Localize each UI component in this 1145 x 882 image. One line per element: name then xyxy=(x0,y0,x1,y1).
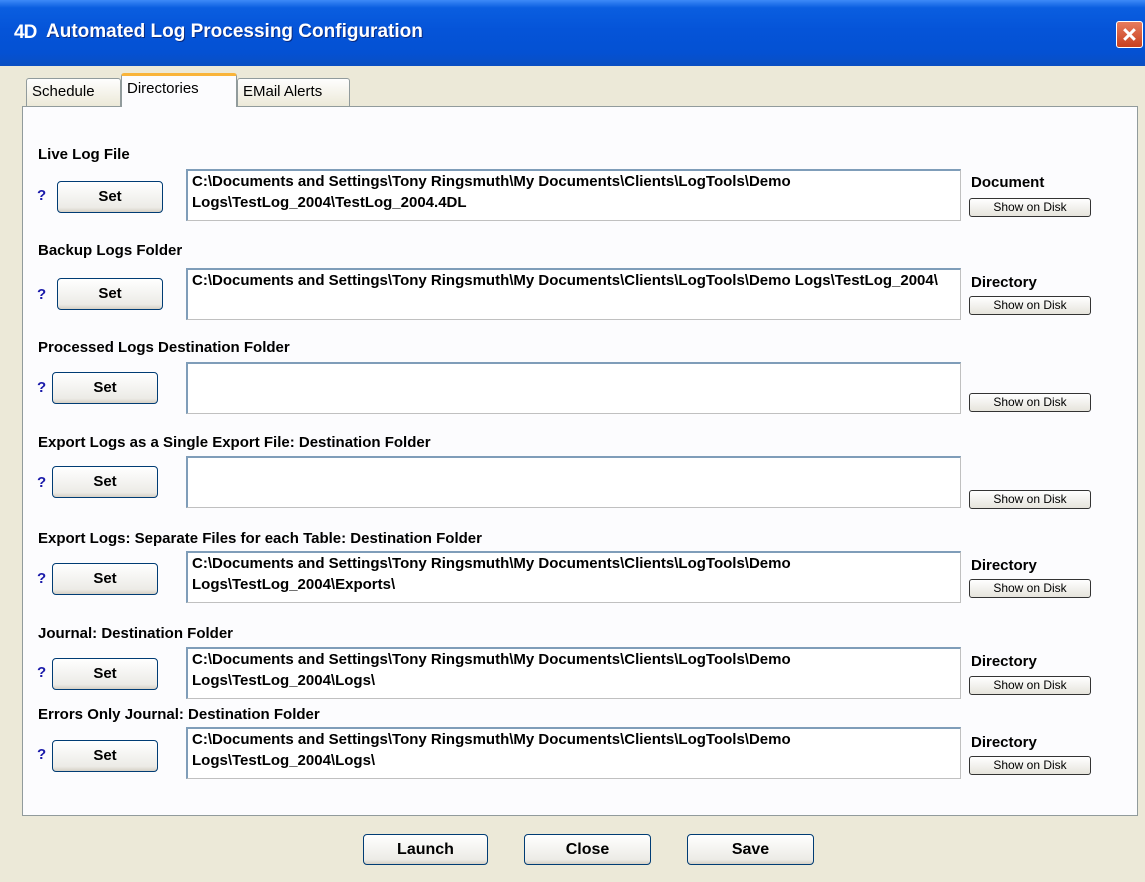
close-button[interactable]: Close xyxy=(524,834,651,865)
journal-help-icon[interactable]: ? xyxy=(37,664,46,681)
processed-logs-show-on-disk-button[interactable]: Show on Disk xyxy=(969,393,1091,412)
live-log-file-label: Live Log File xyxy=(38,146,130,163)
journal-folder-label: Journal: Destination Folder xyxy=(38,625,234,642)
errors-journal-set-button[interactable]: Set xyxy=(52,740,158,772)
backup-logs-type-label: Directory xyxy=(971,274,1037,291)
separate-export-help-icon[interactable]: ? xyxy=(37,570,46,587)
journal-type-label: Directory xyxy=(971,653,1037,670)
window-title: Automated Log Processing Configuration xyxy=(46,21,423,42)
backup-logs-folder-label: Backup Logs Folder xyxy=(38,242,183,259)
backup-logs-set-button[interactable]: Set xyxy=(57,278,163,310)
tab-schedule[interactable]: Schedule xyxy=(26,78,121,106)
backup-logs-help-icon[interactable]: ? xyxy=(37,286,46,303)
live-log-help-icon[interactable]: ? xyxy=(37,187,46,204)
separate-export-set-button[interactable]: Set xyxy=(52,563,158,595)
close-window-icon[interactable] xyxy=(1116,21,1143,48)
config-window: 4D Automated Log Processing Configuratio… xyxy=(0,0,1145,882)
processed-logs-set-button[interactable]: Set xyxy=(52,372,158,404)
backup-logs-show-on-disk-button[interactable]: Show on Disk xyxy=(969,296,1091,315)
tab-directories[interactable]: Directories xyxy=(121,73,237,107)
4d-app-icon: 4D xyxy=(14,22,37,43)
journal-set-button[interactable]: Set xyxy=(52,658,158,690)
journal-show-on-disk-button[interactable]: Show on Disk xyxy=(969,676,1091,695)
errors-journal-type-label: Directory xyxy=(971,734,1037,751)
launch-button[interactable]: Launch xyxy=(363,834,488,865)
separate-export-folder-label: Export Logs: Separate Files for each Tab… xyxy=(38,530,482,547)
processed-logs-help-icon[interactable]: ? xyxy=(37,379,46,396)
separate-export-show-on-disk-button[interactable]: Show on Disk xyxy=(969,579,1091,598)
processed-logs-folder-label: Processed Logs Destination Folder xyxy=(38,339,290,356)
live-log-type-label: Document xyxy=(971,174,1045,191)
journal-path-field[interactable]: C:\Documents and Settings\Tony Ringsmuth… xyxy=(186,647,961,699)
errors-journal-show-on-disk-button[interactable]: Show on Disk xyxy=(969,756,1091,775)
live-log-set-button[interactable]: Set xyxy=(57,181,163,213)
errors-journal-help-icon[interactable]: ? xyxy=(37,746,46,763)
title-bar[interactable]: 4D Automated Log Processing Configuratio… xyxy=(0,0,1145,66)
live-log-path-field[interactable]: C:\Documents and Settings\Tony Ringsmuth… xyxy=(186,169,961,221)
backup-logs-path-field[interactable]: C:\Documents and Settings\Tony Ringsmuth… xyxy=(186,268,961,320)
single-export-path-field[interactable] xyxy=(186,456,961,508)
separate-export-type-label: Directory xyxy=(971,557,1037,574)
processed-logs-path-field[interactable] xyxy=(186,362,961,414)
single-export-folder-label: Export Logs as a Single Export File: Des… xyxy=(38,434,431,451)
single-export-help-icon[interactable]: ? xyxy=(37,474,46,491)
tab-email-alerts[interactable]: EMail Alerts xyxy=(237,78,350,106)
single-export-set-button[interactable]: Set xyxy=(52,466,158,498)
single-export-show-on-disk-button[interactable]: Show on Disk xyxy=(969,490,1091,509)
errors-journal-path-field[interactable]: C:\Documents and Settings\Tony Ringsmuth… xyxy=(186,727,961,779)
live-log-show-on-disk-button[interactable]: Show on Disk xyxy=(969,198,1091,217)
save-button[interactable]: Save xyxy=(687,834,814,865)
separate-export-path-field[interactable]: C:\Documents and Settings\Tony Ringsmuth… xyxy=(186,551,961,603)
errors-journal-folder-label: Errors Only Journal: Destination Folder xyxy=(38,706,320,723)
